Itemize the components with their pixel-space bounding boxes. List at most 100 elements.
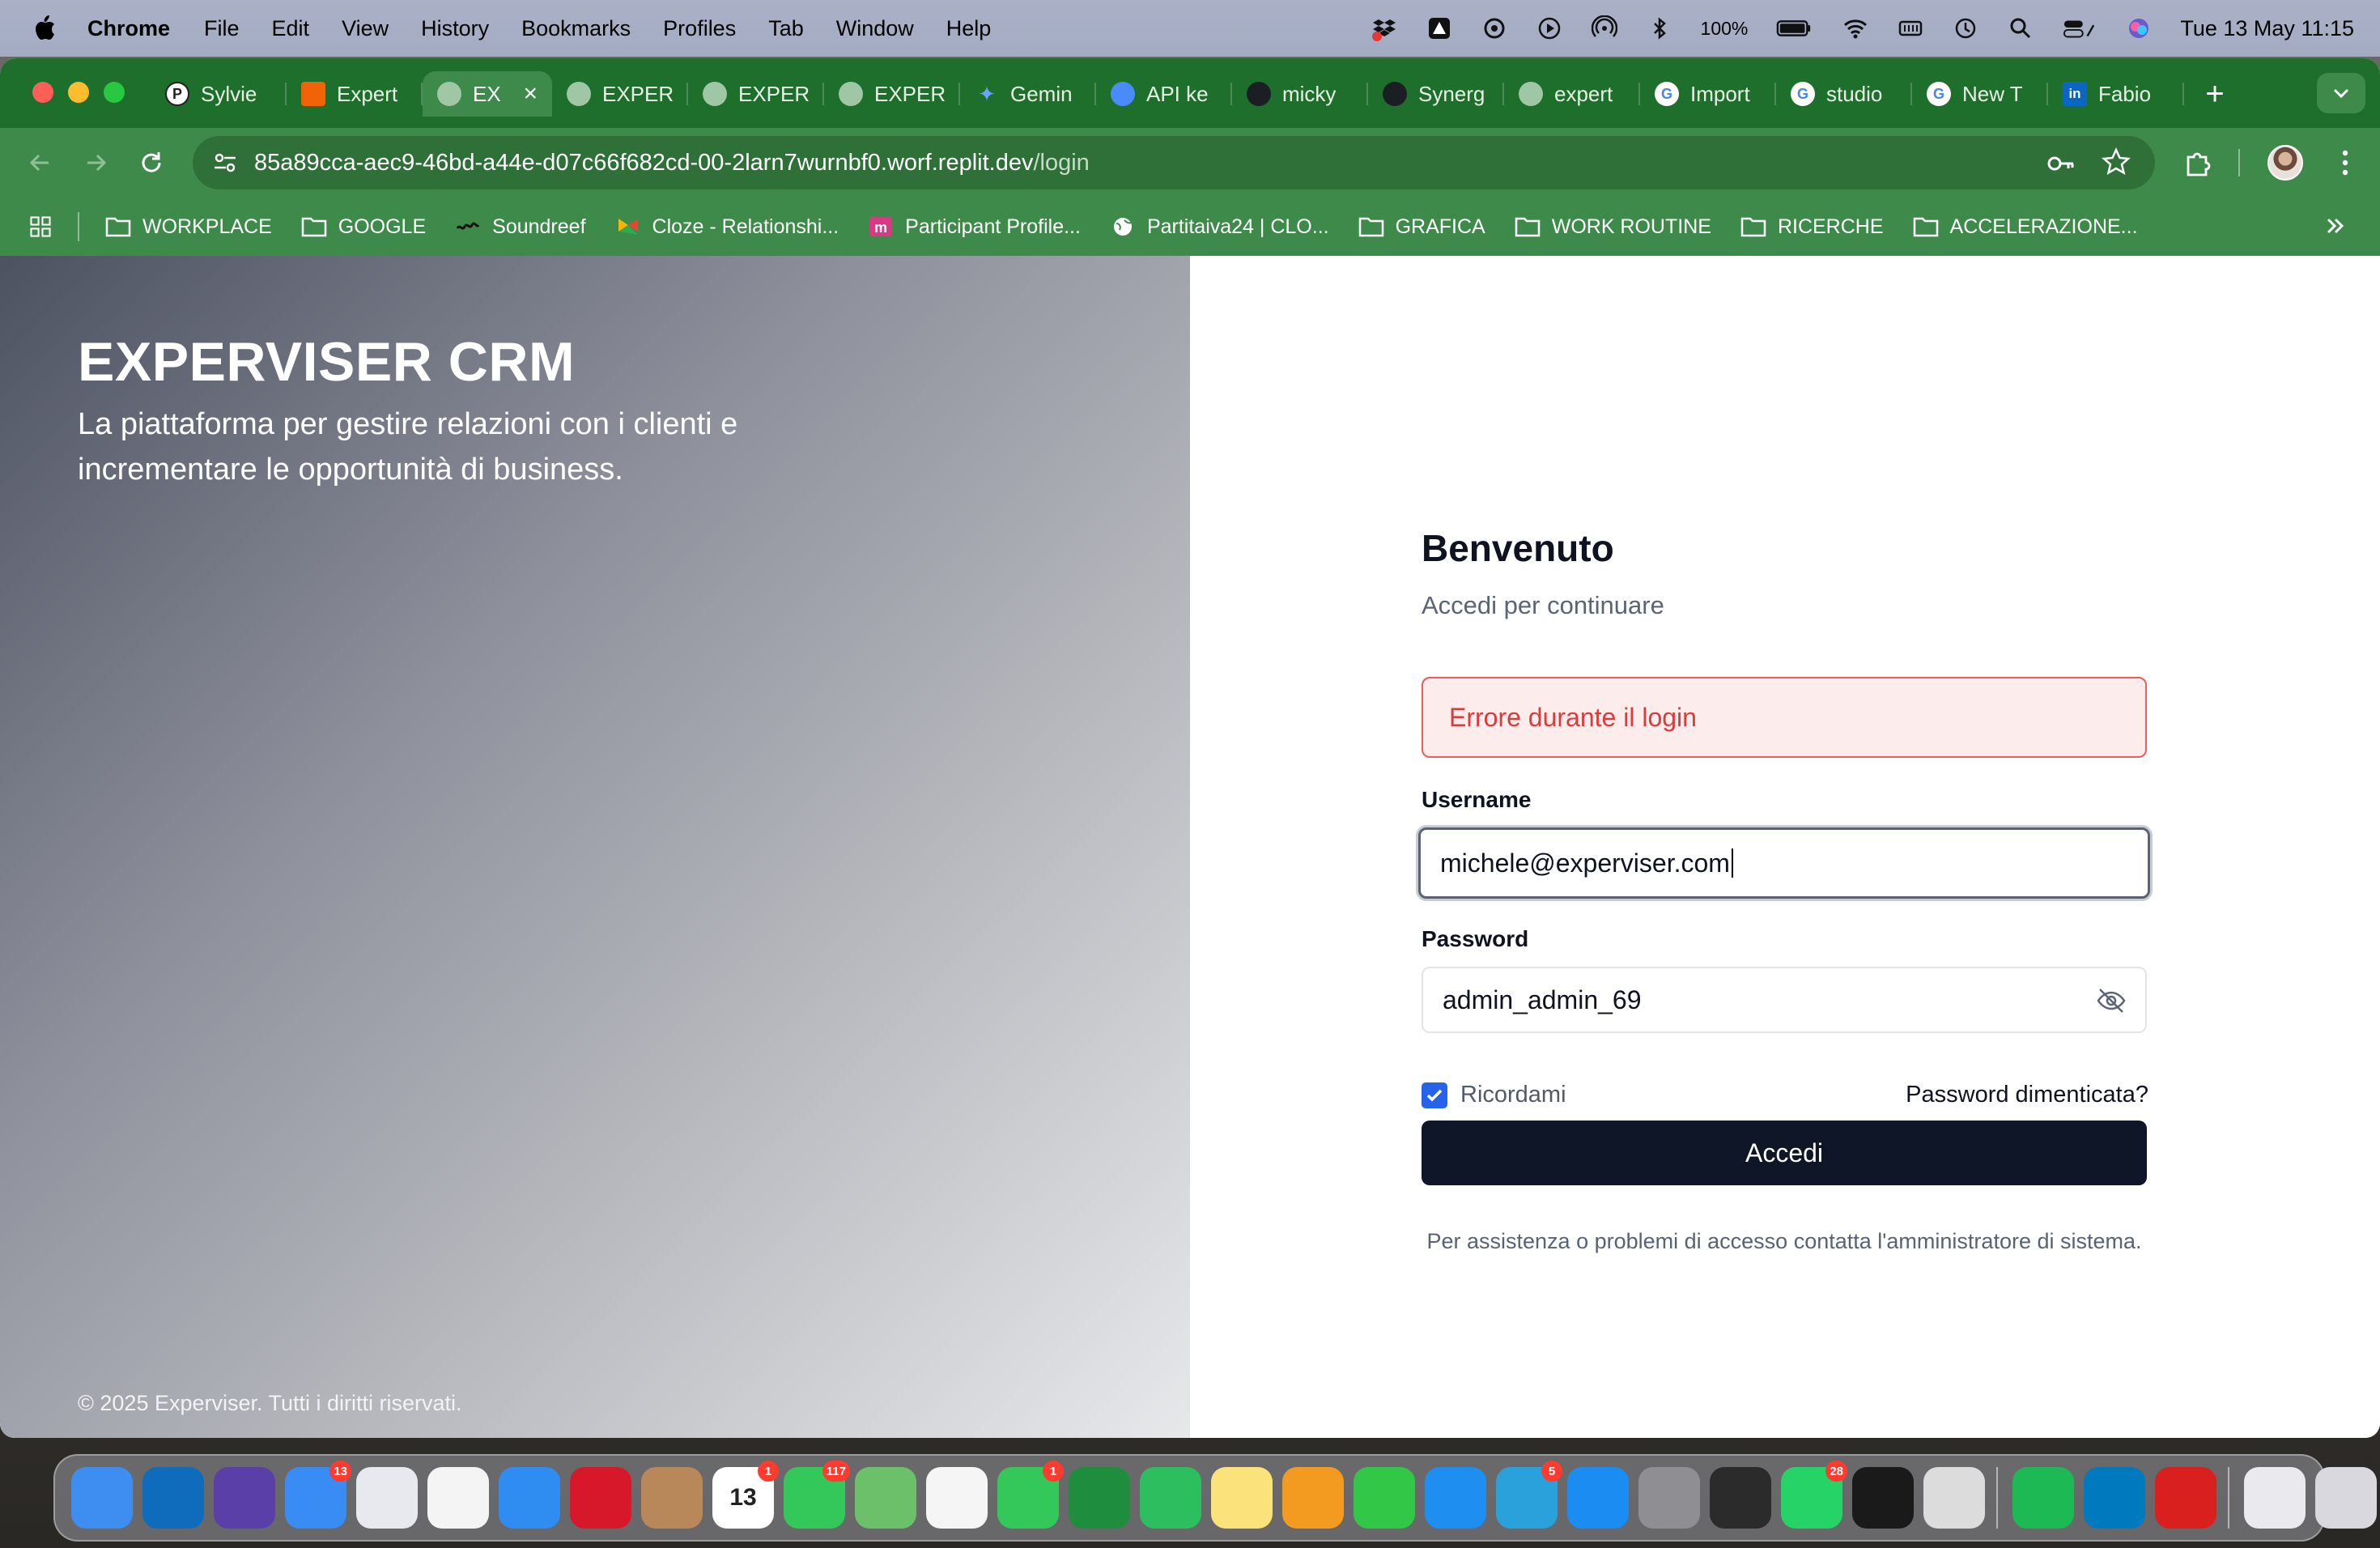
- battery-icon[interactable]: [1775, 15, 1814, 42]
- menu-edit[interactable]: Edit: [272, 16, 310, 41]
- whatsapp-icon[interactable]: 28: [1781, 1461, 1847, 1529]
- browser-tab[interactable]: P Sylvie: [151, 71, 287, 117]
- bookmark-item[interactable]: Cloze - Relationshi...: [615, 215, 839, 239]
- browser-tab[interactable]: G New T: [1912, 71, 2048, 117]
- minimize-window-button[interactable]: [68, 82, 89, 103]
- address-bar[interactable]: 85a89cca-aec9-46bd-a44e-d07c66f682cd-00-…: [193, 136, 2155, 189]
- menu-history[interactable]: History: [421, 16, 489, 41]
- phone-icon[interactable]: [1710, 1467, 1771, 1529]
- menu-window[interactable]: Window: [836, 16, 914, 41]
- password-field[interactable]: admin_admin_69: [1422, 967, 2147, 1033]
- url-text[interactable]: 85a89cca-aec9-46bd-a44e-d07c66f682cd-00-…: [254, 150, 1090, 176]
- browser-tab[interactable]: EXPER: [552, 71, 688, 117]
- settings-icon[interactable]: [1638, 1467, 1700, 1529]
- app-store-icon[interactable]: [1567, 1467, 1629, 1529]
- bookmark-item[interactable]: RICERCHE: [1740, 215, 1884, 239]
- browser-tab[interactable]: ✦ Gemin: [960, 71, 1096, 117]
- remember-label[interactable]: Ricordami: [1460, 1082, 1566, 1108]
- bookmark-item[interactable]: WORK ROUTINE: [1515, 215, 1711, 239]
- memory-icon[interactable]: [1897, 15, 1924, 42]
- bookmark-star-icon[interactable]: [2100, 146, 2132, 182]
- trash-icon[interactable]: [2315, 1467, 2377, 1529]
- browser-tab[interactable]: EXPER: [824, 71, 960, 117]
- menu-view[interactable]: View: [342, 16, 389, 41]
- spotify-icon[interactable]: [2012, 1467, 2074, 1529]
- menu-app-name[interactable]: Chrome: [87, 16, 170, 41]
- outlook-icon[interactable]: [142, 1467, 204, 1529]
- browser-tab[interactable]: EXPER: [688, 71, 824, 117]
- chatgpt-icon[interactable]: [1852, 1467, 1914, 1529]
- downloads-icon[interactable]: [2244, 1467, 2306, 1529]
- browser-tab[interactable]: in Fabio: [2048, 71, 2184, 117]
- close-window-button[interactable]: [32, 82, 53, 103]
- evernote-icon[interactable]: [1140, 1467, 1201, 1529]
- mail-icon[interactable]: 13: [285, 1461, 351, 1529]
- openai-icon[interactable]: [1481, 15, 1508, 42]
- eye-off-icon[interactable]: [2095, 985, 2127, 1017]
- remember-me[interactable]: Ricordami: [1422, 1082, 1566, 1108]
- bookmark-item[interactable]: GRAFICA: [1358, 215, 1485, 239]
- bluetooth-icon[interactable]: [1646, 15, 1673, 42]
- opera-icon[interactable]: [570, 1467, 631, 1529]
- browser-tab[interactable]: EX ×: [423, 71, 552, 117]
- menu-bookmarks[interactable]: Bookmarks: [521, 16, 631, 41]
- play-icon[interactable]: [1536, 15, 1563, 42]
- dropbox-icon[interactable]: [1371, 15, 1398, 42]
- back-button[interactable]: [21, 144, 58, 181]
- launchpad-icon[interactable]: [356, 1467, 418, 1529]
- telegram-icon[interactable]: 5: [1496, 1461, 1562, 1529]
- time-machine-icon[interactable]: [1952, 15, 1979, 42]
- browser-tab[interactable]: Synerg: [1368, 71, 1504, 117]
- pages-icon[interactable]: [1282, 1467, 1344, 1529]
- forgot-password-link[interactable]: Password dimenticata?: [1906, 1082, 2148, 1108]
- apple-menu-icon[interactable]: [29, 14, 58, 43]
- delta-icon[interactable]: [1426, 15, 1453, 42]
- acrobat-icon[interactable]: [2155, 1467, 2216, 1529]
- password-key-icon[interactable]: [2045, 147, 2077, 184]
- more-bookmarks-icon[interactable]: [2323, 214, 2348, 244]
- spotlight-search-icon[interactable]: [2007, 15, 2034, 42]
- airdrop-icon[interactable]: [1591, 15, 1618, 42]
- facetime-icon[interactable]: 1: [997, 1461, 1064, 1529]
- safari-icon[interactable]: [499, 1467, 560, 1529]
- calendar-icon[interactable]: 13 1: [712, 1461, 779, 1529]
- siri-icon[interactable]: [214, 1467, 275, 1529]
- chrome-icon[interactable]: [427, 1467, 489, 1529]
- notes-icon[interactable]: [1211, 1467, 1273, 1529]
- browser-tab[interactable]: G Import: [1640, 71, 1776, 117]
- control-center-icon[interactable]: [2062, 15, 2097, 42]
- browser-tab[interactable]: micky: [1232, 71, 1368, 117]
- login-submit-button[interactable]: Accedi: [1422, 1121, 2147, 1185]
- bookmark-item[interactable]: Soundreef: [455, 215, 586, 239]
- profile-button[interactable]: [2265, 142, 2306, 183]
- menu-file[interactable]: File: [204, 16, 240, 41]
- menu-clock[interactable]: Tue 13 May 11:15: [2180, 16, 2354, 41]
- messages-icon[interactable]: 117: [784, 1461, 850, 1529]
- finder-icon[interactable]: [71, 1467, 133, 1529]
- wifi-icon[interactable]: [1842, 15, 1869, 42]
- bookmark-item[interactable]: Partitaiva24 | CLO...: [1110, 215, 1329, 239]
- browser-tab[interactable]: API ke: [1096, 71, 1232, 117]
- chat-icon[interactable]: [1069, 1467, 1130, 1529]
- bookmark-item[interactable]: ACCELERAZIONE...: [1913, 215, 2138, 239]
- reload-button[interactable]: [133, 144, 170, 181]
- menu-help[interactable]: Help: [946, 16, 992, 41]
- username-field[interactable]: michele@experviser.com: [1418, 827, 2150, 899]
- site-info-icon[interactable]: [209, 147, 241, 179]
- trello-icon[interactable]: [2084, 1467, 2145, 1529]
- bookmark-item[interactable]: WORKPLACE: [105, 215, 272, 239]
- bookmark-item[interactable]: m Participant Profile...: [868, 215, 1081, 239]
- numbers-icon[interactable]: [1354, 1467, 1415, 1529]
- remember-checkbox[interactable]: [1422, 1082, 1447, 1108]
- new-tab-button[interactable]: +: [2197, 76, 2233, 112]
- close-tab-icon[interactable]: ×: [523, 80, 538, 108]
- keynote-icon[interactable]: [1425, 1467, 1486, 1529]
- browser-menu-button[interactable]: [2325, 142, 2365, 183]
- siri-icon[interactable]: [2125, 15, 2153, 42]
- browser-tab[interactable]: Expert: [287, 71, 423, 117]
- browser-tab[interactable]: Gstudio: [1776, 71, 1912, 117]
- maximize-window-button[interactable]: [104, 82, 125, 103]
- apps-grid-icon[interactable]: [28, 215, 53, 238]
- maps-icon[interactable]: [855, 1467, 916, 1529]
- menu-tab[interactable]: Tab: [768, 16, 804, 41]
